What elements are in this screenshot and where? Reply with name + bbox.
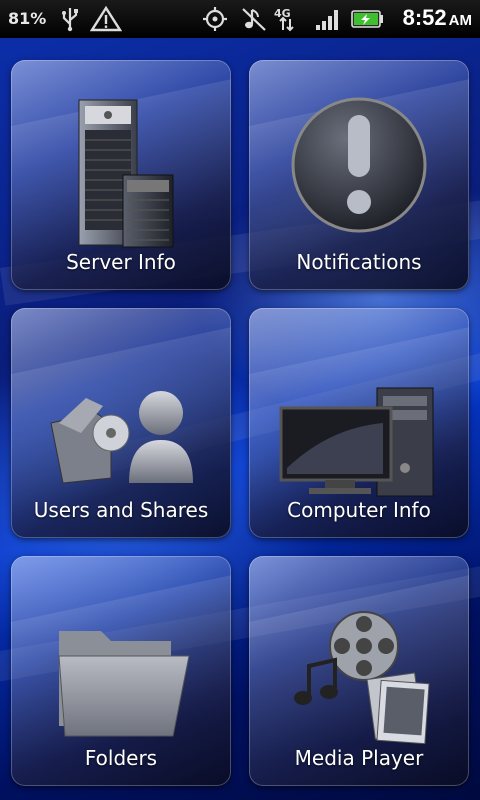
- notifications-tile[interactable]: Notifications: [249, 60, 469, 290]
- users-shares-label: Users and Shares: [33, 498, 209, 522]
- clock: 8:52 AM: [403, 5, 472, 31]
- server-info-tile[interactable]: Server Info: [11, 60, 231, 290]
- usb-icon: [62, 8, 78, 32]
- computer-icon: [279, 387, 434, 497]
- 4g-data-icon: 4G: [274, 7, 294, 32]
- exclamation-icon: [291, 97, 427, 233]
- clock-ampm: AM: [448, 12, 472, 29]
- folders-tile[interactable]: Folders: [11, 556, 231, 786]
- clock-time: 8:52: [402, 5, 447, 30]
- users-shares-icon: [50, 391, 193, 484]
- gps-icon: [203, 7, 227, 31]
- computer-info-tile[interactable]: Computer Info: [249, 308, 469, 538]
- signal-icon: [316, 10, 338, 30]
- battery-percent: 81%: [8, 9, 47, 28]
- folder-icon: [58, 631, 190, 737]
- media-player-label: Media Player: [294, 746, 424, 770]
- media-player-icon: [294, 611, 430, 745]
- warning-icon: [90, 6, 122, 32]
- status-bar: 81% 4G 8:52 AM: [0, 0, 480, 38]
- media-player-tile[interactable]: Media Player: [249, 556, 469, 786]
- notifications-label: Notifications: [296, 250, 422, 274]
- folders-label: Folders: [84, 746, 158, 770]
- server-info-label: Server Info: [66, 250, 176, 274]
- computer-info-label: Computer Info: [287, 498, 431, 522]
- battery-charging-icon: [351, 10, 383, 28]
- server-icon: [78, 99, 174, 248]
- mute-icon: [242, 8, 266, 31]
- users-shares-tile[interactable]: Users and Shares: [11, 308, 231, 538]
